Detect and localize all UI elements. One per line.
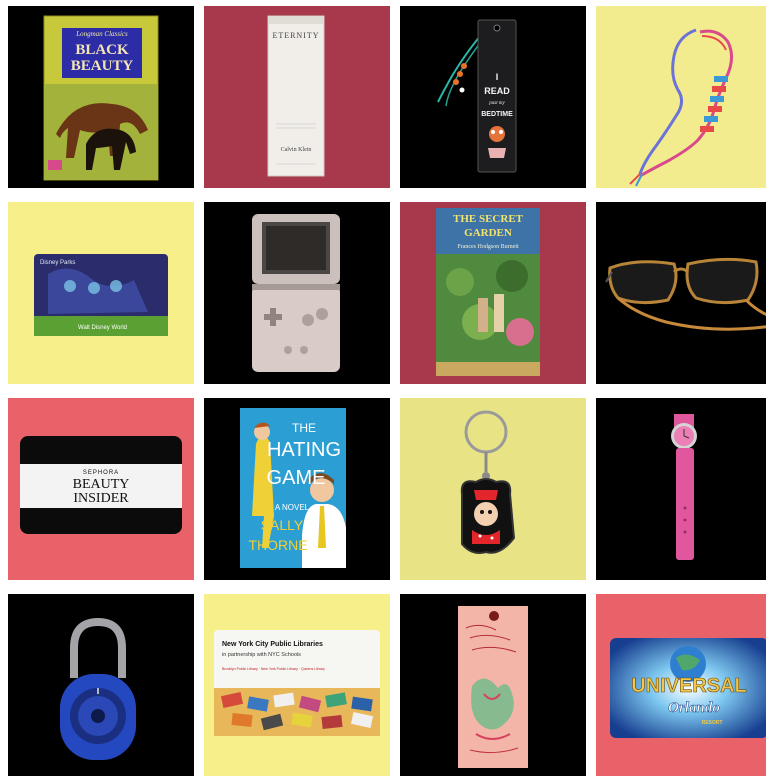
minnie-keychain bbox=[460, 410, 516, 554]
hating-title-line3: GAME bbox=[267, 467, 326, 489]
tile-eternity-perfume-box: ETERNITY Calvin Klein bbox=[204, 6, 390, 188]
bookmark-line4: BEDTIME bbox=[481, 111, 513, 118]
book-author-label: Longman Classics bbox=[75, 30, 128, 38]
photo-grid: Longman Classics BLACK BEAUTY ETERNITY C… bbox=[0, 0, 766, 776]
tile-read-bookmark: I READ past my BEDTIME bbox=[400, 6, 586, 188]
hating-author-line2: THORNE bbox=[248, 537, 307, 553]
tile-nyc-library-card: New York City Public Libraries in partne… bbox=[204, 594, 390, 776]
game-boy-advance-sp bbox=[252, 214, 340, 372]
eternity-perfume-box: ETERNITY Calvin Klein bbox=[267, 15, 325, 177]
sephora-brand: SEPHORA bbox=[83, 470, 119, 476]
perfume-brand-top: ETERNITY bbox=[272, 31, 319, 40]
disney-card-bottom-text: Walt Disney World bbox=[78, 325, 127, 331]
tile-combination-padlock bbox=[8, 594, 194, 776]
disney-card-top-text: Disney Parks bbox=[40, 260, 75, 266]
nyc-library-card: New York City Public Libraries in partne… bbox=[214, 630, 380, 736]
nyc-card-footer: Brooklyn Public Library · New York Publi… bbox=[222, 667, 325, 671]
nyc-card-subtitle: in partnership with NYC Schools bbox=[222, 652, 301, 658]
tile-pink-watch bbox=[596, 398, 766, 580]
sephora-card: SEPHORA BEAUTY INSIDER bbox=[20, 436, 182, 534]
pink-watch bbox=[671, 414, 697, 560]
tile-eyeglasses bbox=[596, 202, 766, 384]
luggage-tag bbox=[458, 606, 528, 768]
tile-friendship-bracelet bbox=[596, 6, 766, 188]
bookmark-line2: READ bbox=[484, 86, 510, 96]
combination-padlock bbox=[60, 617, 136, 760]
hating-author-line1: SALLY bbox=[261, 517, 304, 533]
hating-subtitle: A NOVEL bbox=[275, 503, 310, 512]
universal-sub: Orlando bbox=[668, 700, 720, 716]
tile-luggage-tag bbox=[400, 594, 586, 776]
tile-secret-garden-book: THE SECRET GARDEN Frances Hodgson Burnet… bbox=[400, 202, 586, 384]
tile-black-beauty-book: Longman Classics BLACK BEAUTY bbox=[8, 6, 194, 188]
book-title-line1: BLACK bbox=[75, 42, 129, 58]
universal-orlando-card: UNIVERSAL Orlando RESORT bbox=[610, 638, 766, 738]
bookmark-line3: past my bbox=[488, 101, 505, 106]
eyeglasses bbox=[605, 257, 766, 331]
universal-tag: RESORT bbox=[702, 720, 723, 726]
sephora-line1: BEAUTY bbox=[73, 477, 130, 492]
tile-disney-card: Disney Parks Walt Disney World bbox=[8, 202, 194, 384]
hating-title-line2: HATING bbox=[267, 439, 341, 461]
read-bookmark: I READ past my BEDTIME bbox=[437, 19, 517, 173]
secret-garden-title-line2: GARDEN bbox=[464, 227, 512, 239]
secret-garden-author: Frances Hodgson Burnett bbox=[457, 244, 519, 250]
tile-game-boy-advance-sp bbox=[204, 202, 390, 384]
sephora-line2: INSIDER bbox=[73, 491, 129, 506]
bookmark-line1: I bbox=[496, 72, 499, 82]
black-beauty-book: Longman Classics BLACK BEAUTY bbox=[43, 15, 159, 181]
nyc-card-title: New York City Public Libraries bbox=[222, 641, 323, 648]
hating-game-book: THE HATING GAME A NOVEL SALLY THORNE bbox=[240, 408, 346, 568]
hating-title-line1: THE bbox=[292, 421, 316, 435]
universal-brand: UNIVERSAL bbox=[631, 675, 747, 697]
tile-minnie-keychain bbox=[400, 398, 586, 580]
secret-garden-book: THE SECRET GARDEN Frances Hodgson Burnet… bbox=[436, 208, 540, 376]
tile-hating-game-book: THE HATING GAME A NOVEL SALLY THORNE bbox=[204, 398, 390, 580]
friendship-bracelet bbox=[629, 28, 733, 187]
perfume-brand-bottom: Calvin Klein bbox=[281, 147, 312, 153]
secret-garden-title-line1: THE SECRET bbox=[453, 213, 524, 225]
tile-universal-orlando-card: UNIVERSAL Orlando RESORT bbox=[596, 594, 766, 776]
book-title-line2: BEAUTY bbox=[71, 58, 134, 74]
tile-sephora-card: SEPHORA BEAUTY INSIDER bbox=[8, 398, 194, 580]
disney-card: Disney Parks Walt Disney World bbox=[34, 254, 168, 336]
